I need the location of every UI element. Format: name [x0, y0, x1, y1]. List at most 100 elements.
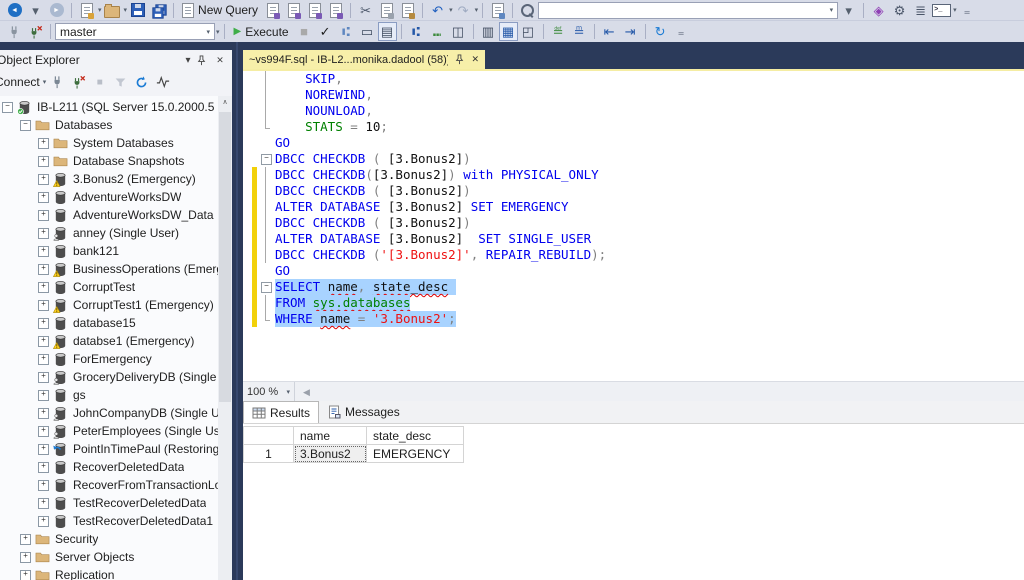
tree-item-testrecoverdeleteddata[interactable]: + TestRecoverDeletedData — [0, 494, 218, 512]
tree-item-gs[interactable]: + gs — [0, 386, 218, 404]
execute-button[interactable]: ▶Execute — [229, 22, 294, 41]
specify-values-button[interactable]: ⑉ — [427, 22, 448, 41]
indicator-margin[interactable] — [243, 247, 252, 263]
tree-item-databse1-emergency[interactable]: + databse1 (Emergency) — [0, 332, 218, 350]
tree-item-grocerydeliverydb-single-u[interactable]: + GroceryDeliveryDB (Single U — [0, 368, 218, 386]
nav-forward-button[interactable]: ► — [46, 1, 67, 20]
indicator-margin[interactable] — [243, 71, 252, 87]
expand-icon[interactable]: + — [38, 462, 49, 473]
tree-item-foremergency[interactable]: + ForEmergency — [0, 350, 218, 368]
increase-indent-button[interactable]: ⇥ — [620, 22, 641, 41]
paste-button[interactable] — [397, 1, 418, 20]
comment-button[interactable]: ≝ — [548, 22, 569, 41]
toolbar2-overflow[interactable]: ₌ — [671, 22, 692, 41]
tree-item-system-databases[interactable]: +System Databases — [0, 134, 218, 152]
grid-column-header-state_desc[interactable]: state_desc — [367, 427, 464, 445]
nav-back-button[interactable]: ◄ — [4, 1, 25, 20]
grid-cell[interactable]: EMERGENCY — [367, 445, 464, 463]
hscroll-left-icon[interactable]: ◀ — [303, 387, 310, 398]
expand-icon[interactable]: + — [20, 552, 31, 563]
expand-icon[interactable]: + — [38, 228, 49, 239]
results-to-file-button[interactable]: ◰ — [518, 22, 539, 41]
script-envelope-button[interactable] — [487, 1, 508, 20]
indicator-margin[interactable] — [243, 311, 252, 327]
tree-item-pointintimepaul-restoring[interactable]: + PointInTimePaul (Restoring... — [0, 440, 218, 458]
expand-icon[interactable]: + — [38, 516, 49, 527]
expand-icon[interactable]: + — [38, 372, 49, 383]
indicator-margin[interactable] — [243, 151, 252, 167]
tree-item-databases[interactable]: −Databases — [0, 116, 218, 134]
connect-menu[interactable]: Connect ▾ — [0, 75, 46, 89]
collapse-icon[interactable]: − — [20, 120, 31, 131]
showplan-analysis-button[interactable]: ⑆ — [336, 22, 357, 41]
xmla-query-button[interactable] — [304, 1, 325, 20]
stop-icon[interactable]: ■ — [90, 73, 109, 91]
results-to-grid-button[interactable]: ▦ — [499, 22, 518, 41]
indicator-margin[interactable] — [243, 279, 252, 295]
grid-cell[interactable]: 3.Bonus2 — [294, 445, 367, 463]
grid-corner-header[interactable] — [244, 427, 294, 445]
results-to-text-button[interactable]: ▥ — [478, 22, 499, 41]
undo-button[interactable]: ↶ — [427, 1, 448, 20]
scrollbar-thumb[interactable] — [219, 112, 231, 402]
decrease-indent-button[interactable]: ⇤ — [599, 22, 620, 41]
dax-query-button[interactable] — [325, 1, 346, 20]
search-combo-caret[interactable]: ▾ — [838, 1, 859, 20]
tree-item-bank121[interactable]: + bank121 — [0, 242, 218, 260]
pin-icon[interactable] — [196, 55, 212, 66]
expand-icon[interactable]: + — [38, 282, 49, 293]
collapse-region-icon[interactable] — [257, 151, 275, 167]
indicator-margin[interactable] — [243, 215, 252, 231]
actual-plan-button[interactable]: ▤ — [378, 22, 397, 41]
tree-item-replication[interactable]: +Replication — [0, 566, 218, 580]
tree-item-peteremployees-single-user[interactable]: + PeterEmployees (Single User — [0, 422, 218, 440]
indicator-margin[interactable] — [243, 103, 252, 119]
connect-icon[interactable] — [4, 22, 25, 41]
terminal-button[interactable]: >_ — [931, 1, 952, 20]
tree-item-adventureworksdw-data[interactable]: + AdventureWorksDW_Data — [0, 206, 218, 224]
nav-back-caret[interactable]: ▾ — [25, 1, 46, 20]
tree-item-database-snapshots[interactable]: +Database Snapshots — [0, 152, 218, 170]
expand-icon[interactable]: + — [38, 300, 49, 311]
disconnect-icon[interactable] — [69, 73, 88, 91]
indicator-margin[interactable] — [243, 199, 252, 215]
save-button[interactable] — [127, 1, 148, 20]
collapse-region-icon[interactable] — [257, 279, 275, 295]
collapse-icon[interactable]: − — [2, 102, 13, 113]
query-designer-button[interactable]: ⑆ — [406, 22, 427, 41]
tree-item-businessoperations-emerge[interactable]: + BusinessOperations (Emerge — [0, 260, 218, 278]
sql-code-editor[interactable]: SKIP, NOREWIND, NOUNLOAD, STATS = 10;GOD… — [243, 71, 1024, 381]
expand-icon[interactable]: + — [38, 156, 49, 167]
estimated-plan-button[interactable]: ▭ — [357, 22, 378, 41]
expand-icon[interactable]: + — [38, 138, 49, 149]
expand-icon[interactable]: + — [38, 408, 49, 419]
indicator-margin[interactable] — [243, 167, 252, 183]
open-file-button[interactable] — [102, 1, 123, 20]
expand-icon[interactable]: + — [20, 534, 31, 545]
expand-icon[interactable]: + — [38, 336, 49, 347]
tree-item-johncompanydb-single-us[interactable]: + JohnCompanyDB (Single Us — [0, 404, 218, 422]
wrench-icon[interactable]: ⚙ — [889, 1, 910, 20]
grid-row-header[interactable]: 1 — [244, 445, 294, 463]
indicator-margin[interactable] — [243, 183, 252, 199]
copy-button[interactable] — [376, 1, 397, 20]
expand-icon[interactable]: + — [38, 390, 49, 401]
redo-button[interactable]: ↷ — [453, 1, 474, 20]
document-tab[interactable]: ~vs994F.sql - IB-L2...monika.dadool (58)… — [243, 50, 485, 69]
tree-item-3-bonus2-emergency[interactable]: + 3.Bonus2 (Emergency) — [0, 170, 218, 188]
tree-item-recoverdeleteddata[interactable]: + RecoverDeletedData — [0, 458, 218, 476]
find-in-files-button[interactable] — [517, 1, 538, 20]
parse-button[interactable]: ✓ — [315, 22, 336, 41]
connect-object-explorer-icon[interactable] — [48, 73, 67, 91]
panel-splitter[interactable] — [232, 42, 243, 580]
layers-icon[interactable]: ≣ — [910, 1, 931, 20]
uncomment-button[interactable]: ≞ — [569, 22, 590, 41]
tab-pin-icon[interactable] — [454, 54, 465, 65]
results-tab-results[interactable]: Results — [243, 401, 319, 423]
tab-close-icon[interactable]: ✕ — [471, 54, 479, 65]
object-explorer-scrollbar[interactable]: ∧ — [218, 96, 232, 580]
tree-item-database15[interactable]: + database15 — [0, 314, 218, 332]
indicator-margin[interactable] — [243, 263, 252, 279]
tree-item-corrupttest1-emergency[interactable]: + CorruptTest1 (Emergency) — [0, 296, 218, 314]
expand-icon[interactable]: + — [38, 498, 49, 509]
